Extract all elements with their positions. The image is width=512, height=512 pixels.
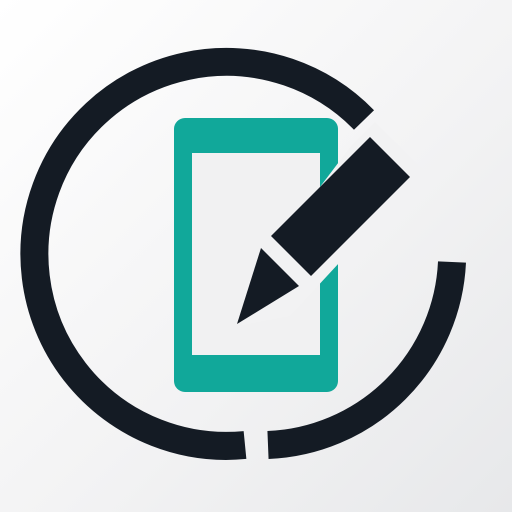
app-icon-canvas	[0, 0, 512, 512]
phone-edit-logo-icon	[20, 47, 466, 460]
